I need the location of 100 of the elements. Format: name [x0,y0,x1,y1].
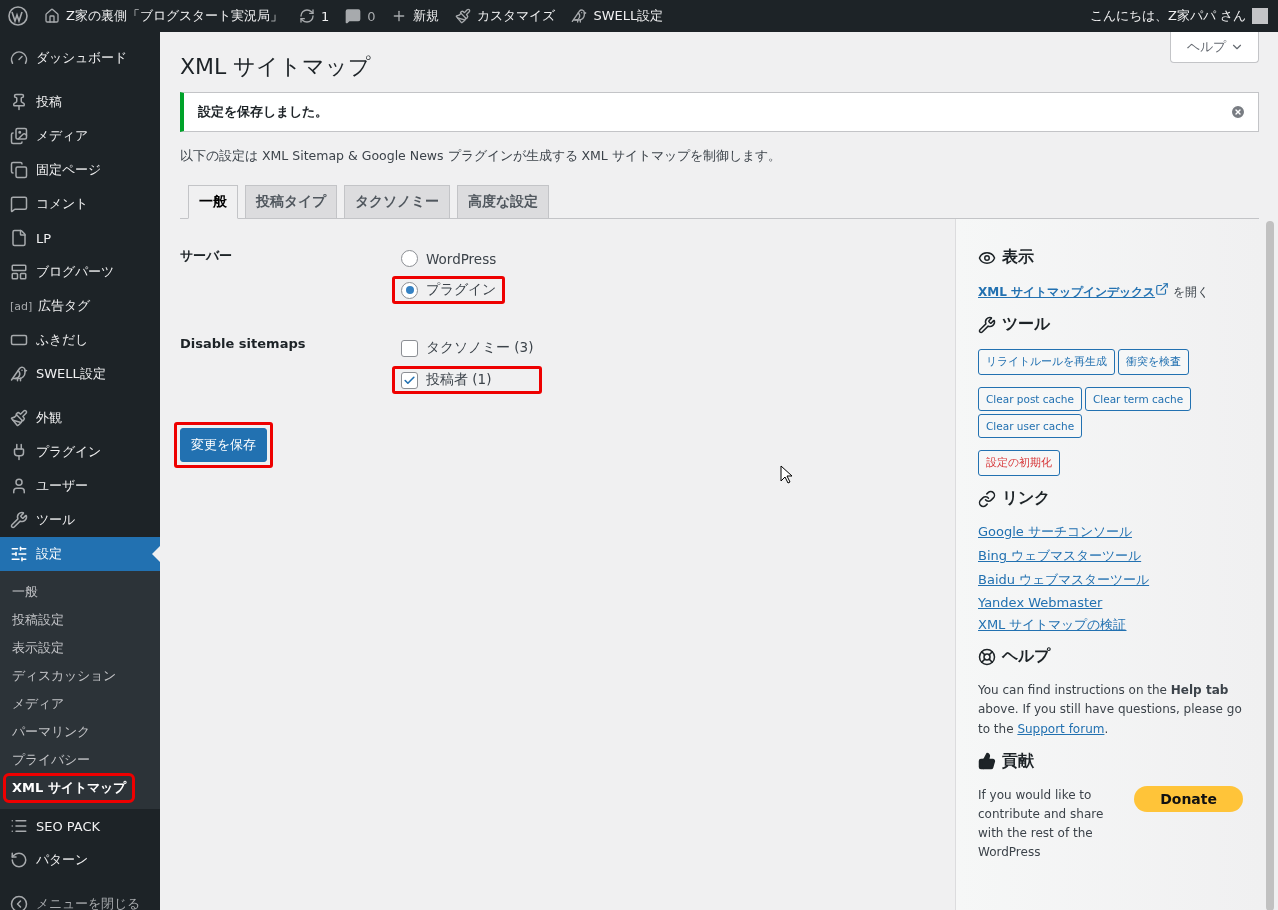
collapse-menu-button[interactable]: メニューを閉じる [0,887,160,910]
menu-item[interactable]: 投稿 [0,85,160,119]
menu-icon [10,545,28,563]
contribute-text: If you would like to contribute and share with the rest of the WordPress [978,786,1105,862]
submenu-item[interactable]: 投稿設定 [6,608,70,632]
brush-icon [455,8,472,24]
menu-icon [10,851,28,869]
section-heading: ツール [978,314,1243,336]
section-heading: ヘルプ [978,646,1243,668]
ad-icon: [ad] [10,299,30,313]
radio-option[interactable]: WordPress [392,245,506,272]
menu-icon [10,409,28,427]
tab[interactable]: 高度な設定 [457,185,549,219]
menu-icon [10,127,28,145]
menu-item[interactable]: LP [0,221,160,255]
submenu-item[interactable]: XML サイトマップ [6,776,132,800]
mouse-cursor-icon [780,465,794,485]
menu-icon [10,49,28,67]
lifebuoy-icon [978,647,996,666]
home-icon [44,8,60,24]
tab[interactable]: タクソノミー [344,185,450,219]
check-icon [403,373,416,387]
menu-item[interactable]: 設定 [0,537,160,571]
refresh-icon [298,8,315,24]
menu-item[interactable]: SEO PACK [0,809,160,843]
donate-button[interactable]: Donate [1134,785,1243,812]
option-label: 投稿者 (1) [426,371,492,389]
submenu-item[interactable]: パーマリンク [6,720,96,744]
swell-settings-link[interactable]: SWELL設定 [571,7,664,25]
menu-icon [10,161,28,179]
submenu-item[interactable]: プライバシー [6,748,96,772]
close-icon[interactable] [1230,104,1246,120]
page-title: XML サイトマップ [180,53,372,81]
wrench-icon [978,315,996,334]
submenu-item[interactable]: 表示設定 [6,636,70,660]
updates-link[interactable]: 1 [298,8,330,24]
external-link[interactable]: Yandex Webmaster [978,595,1103,611]
external-link[interactable]: Bing ウェブマスターツール [978,547,1142,566]
tool-button[interactable]: Clear post cache [978,387,1082,412]
tool-button[interactable]: Clear user cache [978,414,1083,439]
option-label: プラグイン [426,281,496,299]
help-tab[interactable]: ヘルプ [1170,32,1259,63]
external-link[interactable]: XML サイトマップの検証 [978,616,1127,635]
customize-link[interactable]: カスタマイズ [455,7,556,25]
bird-icon [571,8,588,24]
menu-item[interactable]: メディア [0,119,160,153]
option-label: WordPress [426,250,497,267]
menu-item[interactable]: ユーザー [0,469,160,503]
new-link[interactable]: 新規 [391,7,440,25]
menu-item[interactable]: コメント [0,187,160,221]
tool-button[interactable]: 設定の初期化 [978,450,1060,477]
checkbox-option[interactable]: 投稿者 (1) [392,366,543,394]
menu-icon [10,511,28,529]
checkbox[interactable] [401,339,418,357]
option-label: タクソノミー (3) [426,339,534,357]
menu-icon [10,817,28,835]
radio-option[interactable]: プラグイン [392,276,506,304]
menu-icon [10,263,28,281]
thumbs-up-icon [978,752,996,771]
checkbox-option[interactable]: タクソノミー (3) [392,334,543,362]
notice-message: 設定を保存しました。 [198,103,328,121]
external-link[interactable]: Baidu ウェブマスターツール [978,571,1150,590]
comments-link[interactable]: 0 [345,8,376,24]
menu-item[interactable]: パターン [0,843,160,877]
submenu-item[interactable]: 一般 [6,580,44,604]
link-icon [978,489,996,508]
greeting-link[interactable]: こんにちは、Z家パパ さん [1089,7,1268,25]
menu-item[interactable]: [ad] 広告タグ [0,289,160,323]
tab[interactable]: 一般 [188,185,238,219]
submenu-item[interactable]: ディスカッション [6,664,122,688]
sitemap-index-link[interactable]: XML サイトマップインデックス [978,285,1170,299]
menu-item[interactable]: SWELL設定 [0,357,160,391]
menu-item[interactable]: ツール [0,503,160,537]
tool-button[interactable]: Clear term cache [1084,387,1192,412]
menu-icon [10,365,28,383]
menu-item[interactable]: プラグイン [0,435,160,469]
menu-item[interactable]: ダッシュボード [0,41,160,75]
save-button[interactable]: 変更を保存 [180,428,267,462]
radio-button[interactable] [401,250,418,267]
tool-button[interactable]: リライトルールを再生成 [978,349,1115,376]
tool-button[interactable]: 衝突を検査 [1118,349,1189,376]
checkbox[interactable] [401,371,418,389]
menu-icon [10,195,28,213]
section-heading: 貢献 [978,750,1243,772]
menu-item[interactable]: 固定ページ [0,153,160,187]
menu-icon [10,477,28,495]
field-label: Disable sitemaps [180,335,307,353]
menu-icon [10,93,28,111]
tab[interactable]: 投稿タイプ [245,185,337,219]
radio-button[interactable] [401,281,418,299]
submenu-item[interactable]: メディア [6,692,70,716]
wordpress-logo-icon[interactable] [8,6,28,26]
menu-icon [10,229,28,247]
site-name-link[interactable]: Z家の裏側「ブログスタート実況局」 [44,7,283,25]
view-text: XML サイトマップインデックス を開く [978,282,1243,303]
menu-item[interactable]: ふきだし [0,323,160,357]
help-text: You can find instructions on the Help tab above. If you still have questions, please go to the Support forum. [978,682,1243,738]
menu-item[interactable]: ブログパーツ [0,255,160,289]
external-link[interactable]: Google サーチコンソール [978,523,1132,542]
menu-item[interactable]: 外観 [0,401,160,435]
